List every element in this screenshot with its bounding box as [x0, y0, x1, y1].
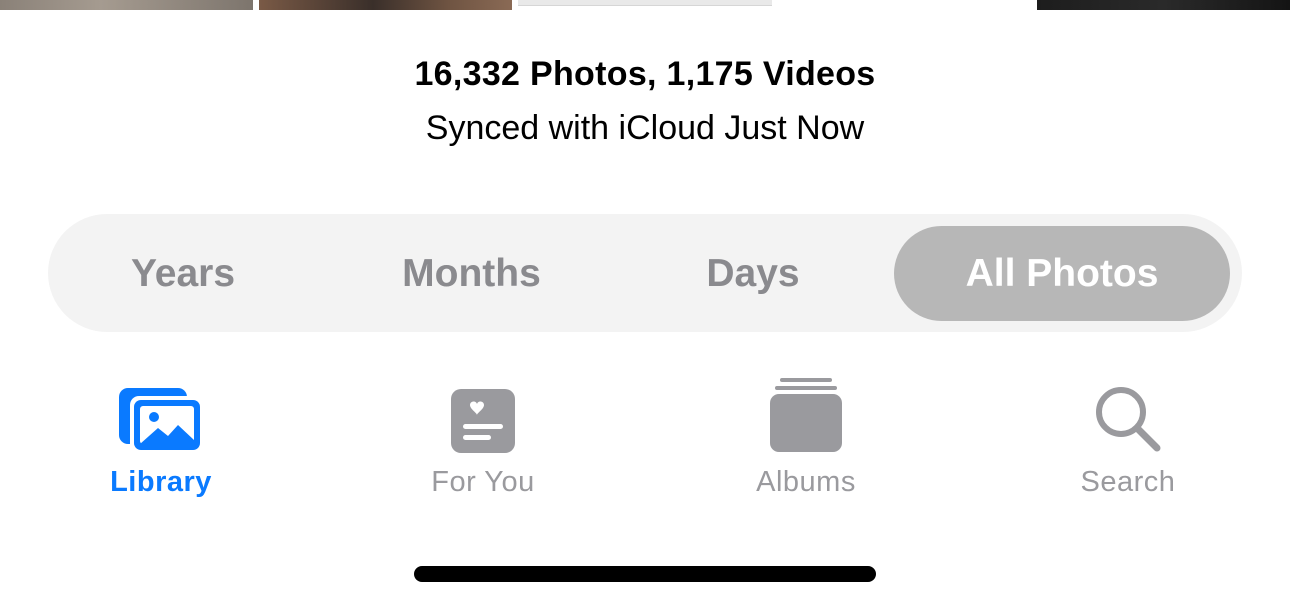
view-selector: Years Months Days All Photos [48, 214, 1242, 332]
tab-bar: Library For You Albums Search [0, 372, 1290, 512]
tab-for-you[interactable]: For You [383, 372, 583, 502]
tab-library[interactable]: Library [61, 372, 261, 502]
tab-label: Library [110, 466, 212, 498]
tab-search[interactable]: Search [1028, 372, 1228, 502]
albums-stack-icon [706, 372, 906, 454]
library-summary: 16,332 Photos, 1,175 Videos Synced with … [0, 52, 1290, 150]
tab-label: Search [1080, 466, 1176, 498]
photo-thumbnail[interactable] [259, 0, 512, 10]
tab-label: Albums [756, 466, 856, 498]
memories-heart-icon [383, 372, 583, 454]
segment-years[interactable]: Years [78, 226, 288, 321]
media-count: 16,332 Photos, 1,175 Videos [414, 55, 876, 93]
segment-months[interactable]: Months [348, 226, 595, 321]
photo-thumbnail[interactable] [0, 0, 253, 10]
tab-albums[interactable]: Albums [706, 372, 906, 502]
photo-stack-icon [61, 372, 261, 454]
tab-label: For You [431, 466, 535, 498]
home-indicator[interactable] [414, 566, 876, 582]
photos-library-screen: 16,332 Photos, 1,175 Videos Synced with … [0, 0, 1290, 606]
photo-thumbnail[interactable] [518, 0, 772, 6]
segment-days[interactable]: Days [648, 226, 858, 321]
magnifying-glass-icon [1028, 372, 1228, 454]
segment-all-photos[interactable]: All Photos [894, 226, 1230, 321]
sync-status: Synced with iCloud Just Now [425, 109, 865, 147]
photo-thumbnail[interactable] [1037, 0, 1290, 10]
